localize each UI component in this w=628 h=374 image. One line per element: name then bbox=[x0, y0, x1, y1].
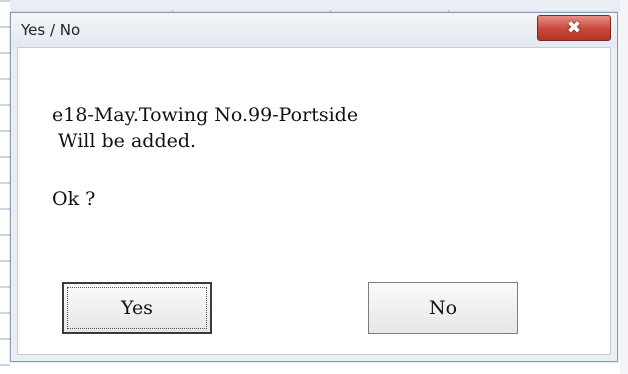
screen: Yes / No ✖ e18-May.Towing No.99-Portside… bbox=[0, 0, 628, 374]
dialog-titlebar[interactable]: Yes / No ✖ bbox=[11, 13, 617, 47]
background-app-left-edge bbox=[0, 0, 10, 374]
message-question: Ok ? bbox=[52, 188, 96, 210]
message-line-2: Will be added. bbox=[52, 130, 197, 152]
no-button[interactable]: No bbox=[368, 282, 518, 334]
yes-button[interactable]: Yes bbox=[62, 282, 212, 334]
background-app-strip bbox=[0, 0, 628, 12]
dialog-body: e18-May.Towing No.99-Portside Will be ad… bbox=[17, 47, 611, 355]
close-icon: ✖ bbox=[566, 18, 582, 38]
dialog-title: Yes / No bbox=[21, 21, 81, 39]
close-button[interactable]: ✖ bbox=[537, 15, 611, 41]
yes-no-dialog: Yes / No ✖ e18-May.Towing No.99-Portside… bbox=[10, 12, 618, 362]
background-app-right-edge bbox=[620, 0, 628, 374]
message-line-1: e18-May.Towing No.99-Portside bbox=[52, 104, 359, 126]
